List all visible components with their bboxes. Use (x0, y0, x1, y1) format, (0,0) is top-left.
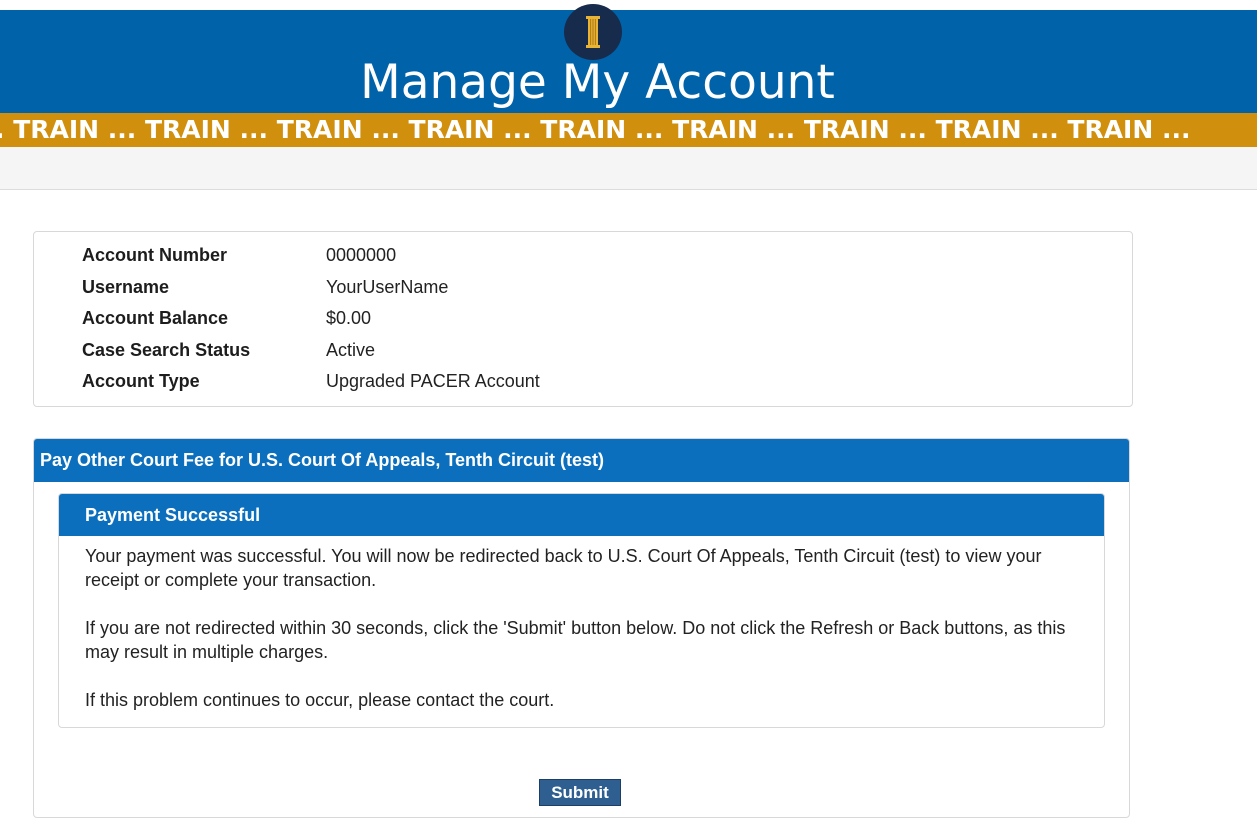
payment-successful-title: Payment Successful (59, 494, 1104, 536)
account-type-value: Upgraded PACER Account (326, 371, 540, 392)
page-title: Manage My Account (360, 55, 835, 110)
pay-court-fee-panel: Pay Other Court Fee for U.S. Court Of Ap… (33, 438, 1130, 818)
account-number-label: Account Number (82, 245, 228, 266)
account-row: Case Search Status Active (82, 335, 540, 367)
username-label: Username (82, 276, 170, 297)
contact-court-message: If this problem continues to occur, plea… (85, 690, 555, 710)
account-type-label: Account Type (82, 371, 200, 392)
submit-instructions: If you are not redirected within 30 seco… (85, 618, 1066, 662)
pay-court-fee-title: Pay Other Court Fee for U.S. Court Of Ap… (34, 439, 1129, 482)
payment-message: Your payment was successful. You will no… (59, 536, 1104, 712)
username-value: YourUserName (326, 276, 449, 297)
submit-button[interactable]: Submit (539, 779, 621, 806)
page-header: Manage My Account (0, 4, 1257, 113)
case-search-status-value: Active (326, 339, 376, 360)
account-balance-label: Account Balance (82, 308, 229, 329)
account-row: Account Type Upgraded PACER Account (82, 366, 540, 398)
account-row: Account Number 0000000 (82, 240, 540, 272)
case-search-status-label: Case Search Status (82, 339, 251, 360)
courthouse-column-icon (564, 4, 622, 60)
payment-successful-panel: Payment Successful Your payment was succ… (58, 493, 1105, 728)
training-banner-text: . TRAIN ... TRAIN ... TRAIN ... TRAIN ..… (0, 115, 1191, 144)
training-banner: . TRAIN ... TRAIN ... TRAIN ... TRAIN ..… (0, 113, 1257, 147)
account-row: Account Balance $0.00 (82, 303, 540, 335)
account-summary: Account Number 0000000 Username YourUser… (33, 231, 1133, 407)
account-details-table: Account Number 0000000 Username YourUser… (82, 240, 540, 398)
account-number-value: 0000000 (326, 245, 397, 266)
redirect-message: Your payment was successful. You will no… (85, 546, 1042, 590)
account-row: Username YourUserName (82, 272, 540, 304)
navigation-strip (0, 147, 1257, 190)
account-balance-value: $0.00 (326, 308, 372, 329)
top-margin (0, 0, 1257, 10)
